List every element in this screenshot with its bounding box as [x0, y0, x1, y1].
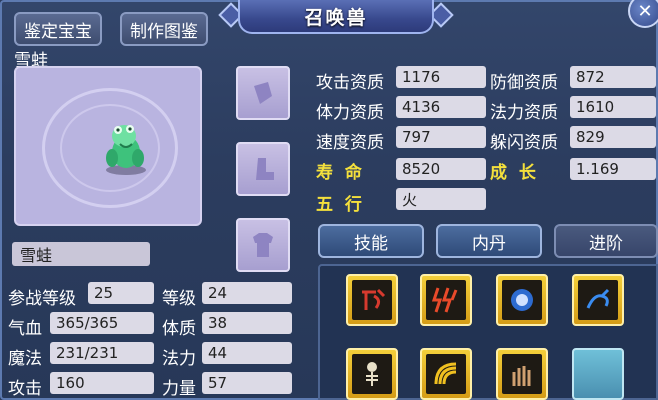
skill-slot[interactable]	[572, 274, 624, 326]
aptitude-label-speed: 速度资质	[316, 133, 384, 153]
skill-slot[interactable]	[496, 348, 548, 400]
armor-icon	[253, 233, 273, 257]
lifespan-label: 寿 命	[316, 163, 362, 183]
stat-label-attack: 攻击	[8, 379, 42, 399]
aptitude-value-speed: 797	[396, 126, 486, 148]
curse-skill-icon	[362, 288, 386, 310]
make-atlas-button[interactable]: 制作图鉴	[120, 12, 208, 46]
aptitude-value-mana: 1610	[570, 96, 656, 118]
equip-slot-collar[interactable]	[236, 66, 290, 120]
stat-value-level: 24	[202, 282, 292, 304]
stat-value-constitution: 38	[202, 312, 292, 334]
aptitude-value-dodge: 829	[570, 126, 656, 148]
stat-label-constitution: 体质	[162, 319, 196, 339]
equip-slot-armor[interactable]	[236, 218, 290, 272]
pet-portrait	[14, 66, 202, 226]
aptitude-value-attack: 1176	[396, 66, 486, 88]
stat-value-attack: 160	[50, 372, 154, 394]
aptitude-label-stamina: 体力资质	[316, 103, 384, 123]
stat-label-level: 等级	[162, 289, 196, 309]
wave-skill-icon	[434, 362, 457, 385]
stat-value-strength: 57	[202, 372, 292, 394]
skill-slot[interactable]	[420, 274, 472, 326]
lightning-skill-icon	[431, 287, 458, 313]
tab-skills[interactable]: 技能	[318, 224, 424, 258]
skill-slot[interactable]	[346, 274, 398, 326]
stat-label-hp: 气血	[8, 319, 42, 339]
stat-value-hp: 365/365	[50, 312, 154, 334]
aptitude-label-attack: 攻击资质	[316, 73, 384, 93]
skill-slot[interactable]	[496, 274, 548, 326]
skill-slot[interactable]	[420, 348, 472, 400]
snow-frog-sprite	[106, 125, 146, 175]
growth-value: 1.169	[570, 158, 656, 180]
lifespan-value: 8520	[396, 158, 486, 180]
close-icon: ✕	[637, 0, 653, 22]
identify-pet-button[interactable]: 鉴定宝宝	[14, 12, 102, 46]
aptitude-label-mana: 法力资质	[490, 103, 558, 123]
window-title: 召唤兽	[238, 0, 434, 34]
aptitude-label-defense: 防御资质	[490, 73, 558, 93]
skeleton-skill-icon	[366, 362, 378, 386]
collar-icon	[254, 82, 272, 104]
stat-value-mp: 231/231	[50, 342, 154, 364]
stat-label-magic: 法力	[162, 349, 196, 369]
growth-label: 成 长	[490, 163, 536, 183]
aptitude-value-stamina: 4136	[396, 96, 486, 118]
lizard-skill-icon	[586, 288, 610, 309]
stat-value-battle-level: 25	[88, 282, 154, 304]
boot-icon	[256, 158, 274, 180]
equip-slot-boots[interactable]	[236, 142, 290, 196]
element-value: 火	[396, 188, 486, 210]
flame-skill-icon	[512, 366, 531, 386]
stat-label-strength: 力量	[162, 379, 196, 399]
aptitude-label-dodge: 躲闪资质	[490, 133, 558, 153]
tab-inner-core[interactable]: 内丹	[436, 224, 542, 258]
tab-advance[interactable]: 进阶	[554, 224, 658, 258]
empty-skill-slot[interactable]	[572, 348, 624, 400]
skill-grid	[318, 264, 658, 400]
stat-label-mp: 魔法	[8, 349, 42, 369]
stat-value-magic: 44	[202, 342, 292, 364]
stat-label-battle-level: 参战等级	[8, 289, 76, 309]
element-label: 五 行	[316, 195, 362, 215]
skill-slot[interactable]	[346, 348, 398, 400]
pet-name-field[interactable]: 雪蛙	[12, 242, 150, 266]
shield-orb-skill-icon	[511, 289, 533, 311]
aptitude-value-defense: 872	[570, 66, 656, 88]
